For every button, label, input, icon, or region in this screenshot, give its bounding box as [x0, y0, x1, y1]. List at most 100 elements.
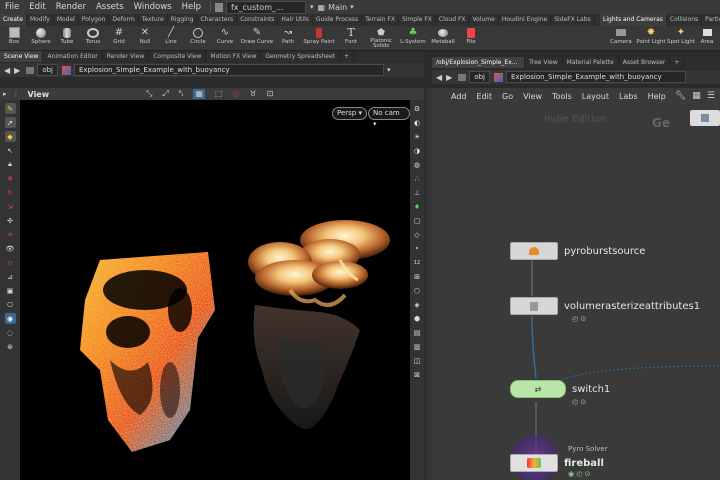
tool-grid[interactable]: # Grid: [106, 26, 132, 50]
render-icon[interactable]: ⊛: [5, 341, 16, 352]
menu-file[interactable]: File: [0, 0, 24, 14]
tool-path[interactable]: ↝ Path: [276, 26, 300, 50]
camera-tool-icon[interactable]: ◉: [4, 313, 16, 324]
wire-icon[interactable]: ⎔: [5, 299, 16, 310]
measure-icon[interactable]: ⊿: [5, 271, 16, 282]
network-editor[interactable]: Indie Edition Ge pyroburstsource volumer…: [432, 104, 720, 480]
paint-icon[interactable]: ◆: [4, 131, 16, 142]
numbering-icon[interactable]: 12: [412, 257, 423, 268]
net-menu-view[interactable]: View: [518, 92, 547, 101]
transform-icon[interactable]: ⤡: [146, 89, 152, 99]
normals-icon[interactable]: ⊥: [412, 187, 423, 198]
net-menu-add[interactable]: Add: [446, 92, 472, 101]
tool-spot-light[interactable]: ✦ Spot Light: [666, 26, 696, 50]
tab-polygon[interactable]: Polygon: [79, 14, 110, 26]
tab-cloud-fx[interactable]: Cloud FX: [436, 14, 470, 26]
wireframe-icon[interactable]: ⬢: [412, 313, 423, 324]
menu-windows[interactable]: Windows: [129, 0, 177, 14]
lock-icon[interactable]: 🔒︎: [5, 159, 16, 170]
tab-hair-utils[interactable]: Hair Utils: [278, 14, 313, 26]
view-icon[interactable]: 👁︎: [5, 243, 16, 254]
back-arrow-icon[interactable]: ◀: [4, 66, 10, 75]
tab-network-path[interactable]: /obj/Explosion_Simple_Ex...: [432, 57, 525, 68]
tool-box[interactable]: Box: [0, 26, 28, 50]
scene-viewport[interactable]: Persp ▾ No cam ▾: [20, 100, 410, 480]
pose-icon[interactable]: ✢: [5, 229, 16, 240]
tool-l-system[interactable]: ♣ L-System: [398, 26, 428, 50]
node-volumerasterizeattributes1[interactable]: volumerasterizeattributes1: [510, 297, 700, 315]
camera-toggle-icon[interactable]: ▢: [412, 215, 423, 226]
tool-line[interactable]: ╱ Line: [158, 26, 184, 50]
path-node[interactable]: Explosion_Simple_Example_with_buoyancy: [73, 64, 384, 76]
tab-modify[interactable]: Modify: [27, 14, 54, 26]
tool-area-light[interactable]: Area: [696, 26, 718, 50]
tool-file[interactable]: File: [458, 26, 484, 50]
tool-sphere[interactable]: Sphere: [28, 26, 54, 50]
camera-view-icon[interactable]: ⊡: [267, 89, 274, 99]
tool-draw-curve[interactable]: ✎ Draw Curve: [238, 26, 276, 50]
magnet-icon[interactable]: ∩: [5, 257, 16, 268]
tool-camera[interactable]: Camera: [606, 26, 636, 50]
wrench-icon[interactable]: 🔧︎: [675, 91, 686, 101]
menu-render[interactable]: Render: [51, 0, 91, 14]
tab-composite-view[interactable]: Composite View: [149, 51, 207, 62]
render-region-icon[interactable]: ⊠: [412, 369, 423, 380]
tab-rigging[interactable]: Rigging: [168, 14, 198, 26]
path-obj[interactable]: obj: [37, 64, 58, 76]
rotate-icon[interactable]: ↻: [5, 187, 16, 198]
tab-simple-fx[interactable]: Simple FX: [399, 14, 436, 26]
tab-particles[interactable]: Partic: [702, 14, 720, 26]
tool-curve[interactable]: ∿ Curve: [212, 26, 238, 50]
path-node[interactable]: Explosion_Simple_Example_with_buoyancy: [505, 71, 686, 83]
ghost-icon[interactable]: ♉: [249, 89, 256, 99]
ghost-other-icon[interactable]: ◐: [412, 117, 423, 128]
tab-scene-view[interactable]: Scene View: [0, 51, 44, 62]
net-menu-labs[interactable]: Labs: [614, 92, 643, 101]
net-menu-layout[interactable]: Layout: [577, 92, 614, 101]
pointer-icon[interactable]: ↖: [5, 145, 16, 156]
back-arrow-icon[interactable]: ◀: [436, 73, 442, 82]
tab-sidefx-labs[interactable]: SideFX Labs: [551, 14, 595, 26]
guide-icon[interactable]: ◈: [412, 299, 423, 310]
tab-collisions[interactable]: Collisions: [667, 14, 703, 26]
cam-button[interactable]: No cam ▾: [368, 107, 410, 128]
vertex-icon[interactable]: ⬩: [412, 243, 423, 254]
cube-icon[interactable]: ▣: [5, 285, 16, 296]
brush-icon[interactable]: ✎: [4, 103, 16, 114]
select-icon[interactable]: ➚: [4, 117, 16, 128]
menu-help[interactable]: Help: [177, 0, 206, 14]
tool-null[interactable]: ✕ Null: [132, 26, 158, 50]
snap-icon[interactable]: ⤢: [162, 89, 168, 99]
flipbook-icon[interactable]: ◫: [412, 355, 423, 366]
net-menu-edit[interactable]: Edit: [472, 92, 498, 101]
visibility-icon[interactable]: ◍: [412, 159, 423, 170]
tool-torus[interactable]: Torus: [80, 26, 106, 50]
tool-circle[interactable]: Circle: [184, 26, 212, 50]
forward-arrow-icon[interactable]: ▶: [446, 73, 452, 82]
move-icon[interactable]: ✥: [5, 173, 16, 184]
net-menu-help[interactable]: Help: [643, 92, 671, 101]
align-icon[interactable]: ⤣: [179, 89, 184, 99]
bg-icon[interactable]: ▥: [412, 341, 423, 352]
node-pyroburstsource[interactable]: pyroburstsource: [510, 242, 645, 260]
tab-tree-view[interactable]: Tree View: [525, 57, 563, 68]
node-switch1[interactable]: ⇄ switch1: [510, 380, 610, 398]
forward-arrow-icon[interactable]: ▶: [14, 66, 20, 75]
tab-create[interactable]: Create: [0, 14, 27, 26]
tab-texture[interactable]: Texture: [139, 14, 168, 26]
path-obj[interactable]: obj: [469, 71, 490, 83]
tool-spray-paint[interactable]: Spray Paint: [300, 26, 338, 50]
grid-layout-icon[interactable]: ▦: [692, 91, 701, 101]
tool-point-light[interactable]: ✸ Point Light: [636, 26, 666, 50]
handle-icon[interactable]: ✣: [5, 215, 16, 226]
menu-assets[interactable]: Assets: [91, 0, 129, 14]
net-menu-go[interactable]: Go: [497, 92, 518, 101]
net-menu-tools[interactable]: Tools: [547, 92, 577, 101]
shading-icon[interactable]: ◑: [412, 145, 423, 156]
tab-model[interactable]: Model: [54, 14, 79, 26]
tab-houdini-engine[interactable]: Houdini Engine: [499, 14, 552, 26]
tab-material-palette[interactable]: Material Palette: [563, 57, 619, 68]
light-tool-icon[interactable]: ◌: [5, 327, 16, 338]
tab-guide-process[interactable]: Guide Process: [313, 14, 363, 26]
menu-edit[interactable]: Edit: [24, 0, 50, 14]
